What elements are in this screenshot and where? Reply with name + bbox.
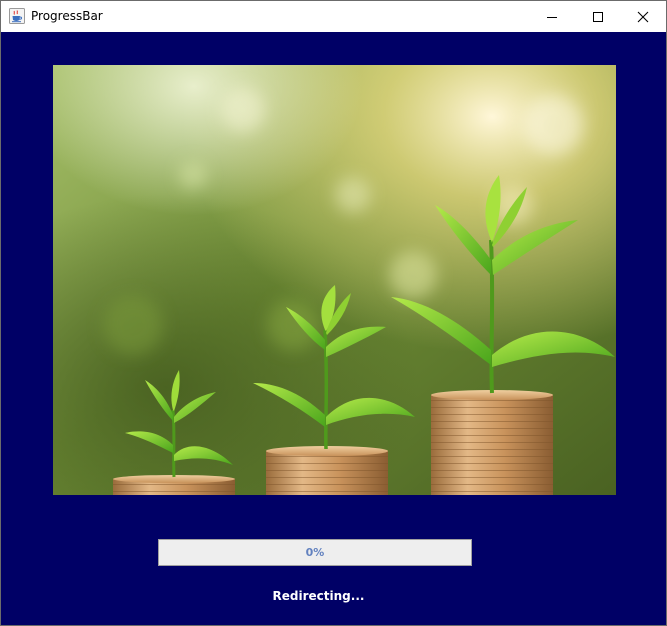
coin-stack-medium [266,446,388,495]
coin-stack-large [431,390,553,495]
minimize-button[interactable] [529,1,575,32]
java-cup-icon [9,8,25,24]
status-label: Redirecting... [272,589,365,603]
minimize-icon [547,16,557,18]
progress-bar: 0% [158,539,472,566]
coin-stack-small [113,475,235,495]
progress-percent-label: 0% [305,546,325,559]
title-bar[interactable]: ProgressBar [1,1,666,32]
plant-sprouts-on-coin-stacks-photo [53,65,616,495]
close-button[interactable] [620,1,666,32]
maximize-button[interactable] [575,1,621,32]
progressbar-window: ProgressBar 0% Redirecting... [0,0,667,626]
maximize-icon [593,11,603,22]
window-content: 0% Redirecting... [1,32,666,625]
close-icon [637,11,649,22]
window-title: ProgressBar [31,9,103,23]
